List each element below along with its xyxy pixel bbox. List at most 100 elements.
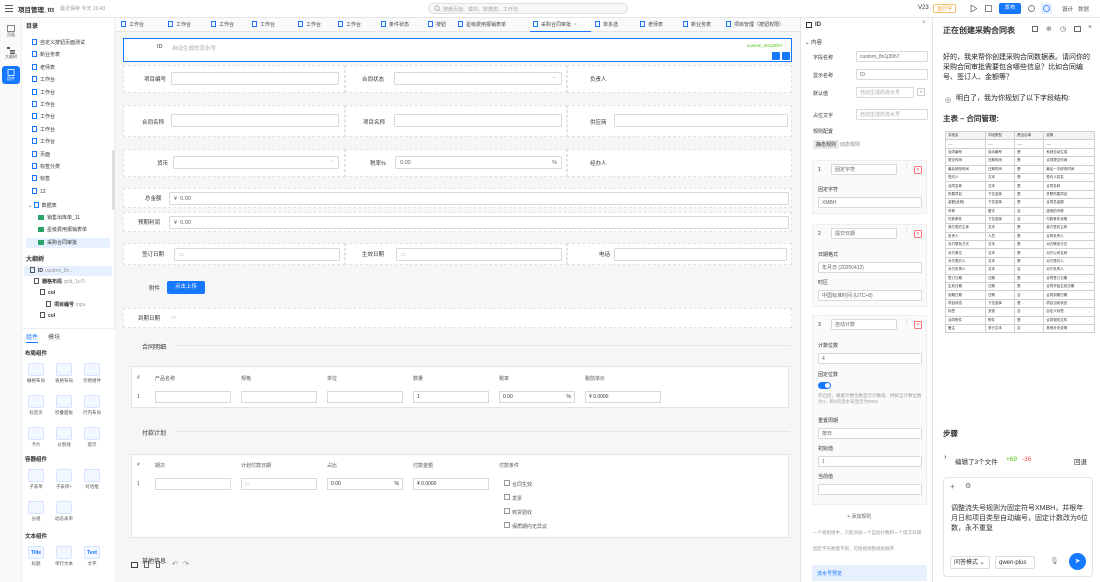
- new-chat-icon[interactable]: [1074, 26, 1081, 32]
- mobile-icon[interactable]: [156, 561, 160, 568]
- tree-item[interactable]: 页面: [32, 150, 50, 160]
- model-select[interactable]: qwen-plus: [995, 556, 1035, 569]
- effective-date-picker[interactable]: ▭: [396, 248, 562, 261]
- mode-select[interactable]: 问答模式 ⌄: [950, 556, 990, 569]
- drag-handle-icon[interactable]: ⋮: [904, 227, 910, 234]
- gallery-tab-components[interactable]: 组件: [26, 332, 39, 343]
- field-currency[interactable]: 货币 ⌄: [123, 149, 345, 177]
- field-tax-rate[interactable]: 税率% 0.00 %: [345, 149, 567, 177]
- contract-detail-table[interactable]: # 产品名称 规格 单位 数量 税率 税前单价 1 1 0.00% ¥ 0.0000: [131, 366, 789, 408]
- component-container_comps[interactable]: 分组: [26, 501, 46, 522]
- payment-plan-table[interactable]: # 期次 计划付款日期 占比 付款金额 付款条件 1 ▭ 0.00% ¥ 0.0000 合…: [131, 454, 789, 538]
- field-phone[interactable]: 电话: [567, 243, 792, 265]
- tax-rate-input[interactable]: 0.00 %: [395, 156, 562, 169]
- tree-item[interactable]: 工作台: [32, 112, 55, 122]
- history-icon[interactable]: ◷: [1060, 25, 1066, 33]
- field-owner[interactable]: 负责人: [567, 65, 792, 93]
- currency-select[interactable]: [173, 156, 339, 169]
- component-layout_comps[interactable]: 分割线: [54, 427, 74, 448]
- outline-item[interactable]: ID custom_8n...: [24, 266, 112, 276]
- profit-input[interactable]: ¥ 0.00: [169, 216, 789, 229]
- contract-status-select[interactable]: [394, 72, 562, 85]
- undo-icon[interactable]: ↶: [172, 560, 178, 568]
- tablet-icon[interactable]: [144, 561, 149, 568]
- rail-outline[interactable]: 大纲树: [2, 44, 20, 62]
- outline-item[interactable]: 项目编号 inpu: [24, 300, 112, 310]
- product-name-input[interactable]: [155, 391, 231, 403]
- qty-input[interactable]: 1: [413, 391, 489, 403]
- chat-close-icon[interactable]: ×: [1088, 24, 1092, 31]
- redo-icon[interactable]: ↷: [183, 560, 189, 568]
- component-text_comps[interactable]: 单行文本: [54, 546, 74, 567]
- chat-input-box[interactable]: + ⚙ 调整流失号规则为固定符号XMBH，并根年月日和项目类型自动编号，固定计数…: [943, 477, 1093, 577]
- tree-item[interactable]: 工作台: [32, 137, 55, 147]
- drag-handle-icon[interactable]: ⋮: [904, 318, 910, 325]
- copy-icon[interactable]: [772, 52, 780, 60]
- zoom-icon[interactable]: ⊕: [1046, 25, 1052, 33]
- project-name-select[interactable]: [394, 114, 562, 127]
- dataset-item[interactable]: 销售出库单_11: [26, 213, 110, 223]
- component-layout_comps[interactable]: 卡片: [26, 427, 46, 448]
- ratio-input[interactable]: 0.00%: [327, 478, 403, 490]
- play-icon[interactable]: [970, 4, 978, 14]
- digits-input[interactable]: 4: [818, 353, 922, 364]
- tree-item[interactable]: 12: [32, 187, 46, 197]
- contract-name-input[interactable]: [171, 114, 339, 127]
- edited-files-row[interactable]: › 编辑了3个文件 +69 -36 回退: [943, 453, 1093, 467]
- field-handler[interactable]: 经办人: [567, 149, 792, 177]
- rule-1-value[interactable]: XMBH: [818, 197, 922, 208]
- sync-icon[interactable]: [1041, 3, 1052, 14]
- delete-icon[interactable]: [782, 52, 790, 60]
- field-contract-name[interactable]: 合同名称: [123, 105, 345, 137]
- gallery-tab-modules[interactable]: 模块: [48, 332, 60, 341]
- sign-date-picker[interactable]: ▭: [174, 248, 340, 261]
- desktop-icon[interactable]: [131, 562, 138, 568]
- reset-period-select[interactable]: 按日: [818, 428, 922, 439]
- rule-2-delete-button[interactable]: ×: [914, 230, 922, 238]
- supplier-input[interactable]: [614, 114, 788, 127]
- tree-item[interactable]: 标签分类: [32, 162, 60, 172]
- upload-button[interactable]: 点击上传: [167, 281, 205, 294]
- props-section[interactable]: ⌄ 内容: [805, 38, 822, 46]
- default-value-input[interactable]: 自动生成的流水号: [856, 87, 914, 98]
- unit-select[interactable]: [327, 391, 403, 403]
- field-attachment[interactable]: 附件: [123, 278, 792, 298]
- static-rules-tab[interactable]: 静态规则: [813, 140, 840, 149]
- tab-5[interactable]: 工作台: [335, 18, 377, 32]
- pay-condition-checkbox[interactable]: 发票: [504, 494, 522, 502]
- project-no-input[interactable]: [171, 72, 339, 85]
- dataset-item[interactable]: 星级费用报销表单: [26, 225, 110, 235]
- component-text_comps[interactable]: Text 文字: [82, 546, 102, 567]
- pay-condition-checkbox[interactable]: 合同生效: [504, 480, 532, 488]
- field-effective-date[interactable]: 生效日期 ▭: [345, 243, 567, 265]
- rule-3-type[interactable]: 自动计数: [831, 319, 897, 330]
- price-input[interactable]: ¥ 0.0000: [585, 391, 661, 403]
- tab-close-icon[interactable]: ×: [574, 22, 577, 28]
- amount-input[interactable]: ¥ 0.0000: [413, 478, 489, 490]
- tree-item[interactable]: 新业务表: [32, 50, 60, 60]
- placeholder-input[interactable]: 自动生成的流水号: [856, 109, 928, 120]
- expand-icon[interactable]: [1032, 26, 1038, 32]
- pay-condition-checkbox[interactable]: 到货验收: [504, 508, 532, 516]
- env-select[interactable]: 运行中: [933, 4, 957, 13]
- component-container_comps[interactable]: 子表单+: [54, 469, 74, 490]
- rail-components[interactable]: 组件: [2, 66, 20, 84]
- menu-icon[interactable]: [5, 4, 13, 12]
- publish-button[interactable]: 发布: [999, 3, 1021, 14]
- tab-3[interactable]: 工作台: [249, 18, 294, 32]
- rule-2-type[interactable]: 提交日期: [831, 228, 897, 239]
- spec-input[interactable]: [241, 391, 317, 403]
- component-layout_comps[interactable]: 表格布局: [54, 363, 74, 384]
- rule-1-delete-button[interactable]: ×: [914, 166, 922, 174]
- component-layout_comps[interactable]: 折叠面板: [54, 395, 74, 416]
- field-name-input[interactable]: custom_8n1j30h7: [856, 51, 928, 62]
- field-expected-profit[interactable]: 预期利润 ¥ 0.00: [123, 212, 792, 232]
- rule-1-type[interactable]: 固定字符: [831, 164, 897, 175]
- init-value-input[interactable]: 1: [818, 456, 922, 467]
- expire-date-picker[interactable]: ▭: [167, 312, 767, 325]
- field-contract-status[interactable]: 合同状态 ⌄: [345, 65, 567, 93]
- tree-item[interactable]: 工作台: [32, 125, 55, 135]
- field-expire-date[interactable]: 到期日期 ▭: [123, 308, 792, 328]
- component-layout_comps[interactable]: 示例组件: [82, 363, 102, 384]
- period-select[interactable]: [155, 478, 231, 490]
